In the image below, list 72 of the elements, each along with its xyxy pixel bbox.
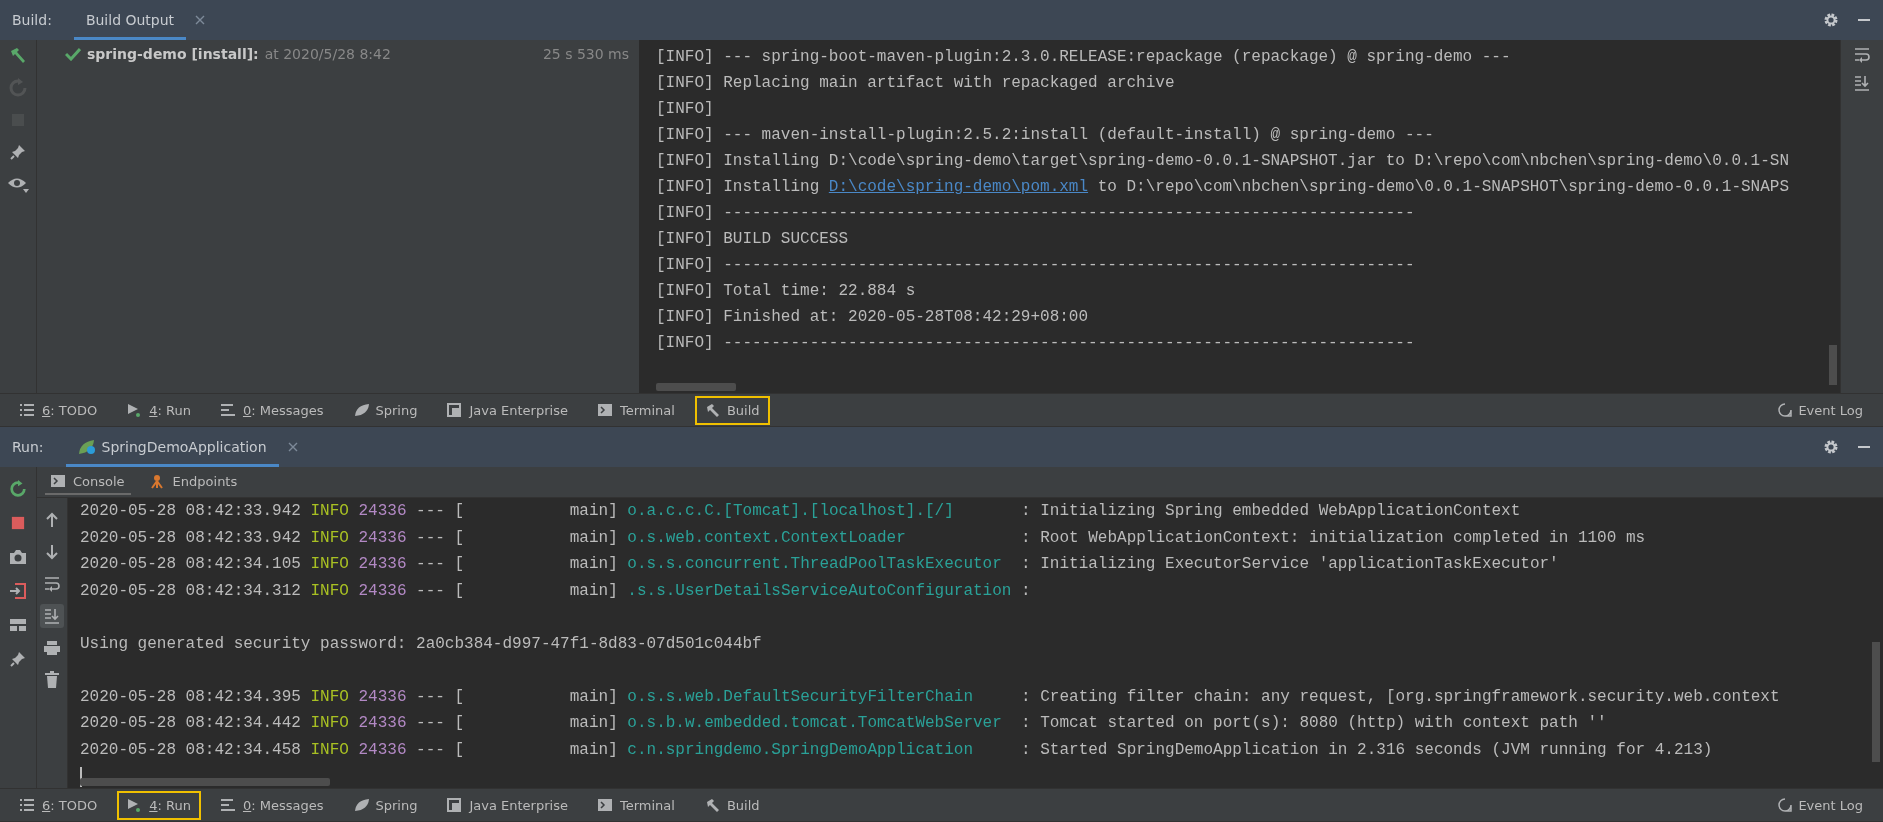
tool-window-title: Build:	[12, 12, 52, 28]
console-tab[interactable]: Console	[45, 469, 131, 495]
vertical-scrollbar[interactable]	[1872, 642, 1880, 762]
nodes-icon	[148, 473, 165, 489]
tool-window-button[interactable]: Java Enterprise	[437, 790, 578, 820]
tool-window-button[interactable]: 0: Messages	[210, 395, 334, 425]
tool-window-title: Run:	[12, 439, 44, 455]
horizontal-scrollbar[interactable]	[80, 778, 330, 786]
window-icon	[447, 798, 464, 812]
log-line: 2020-05-28 08:42:34.458 INFO 24336 --- [ main] c.n.springdemo.SpringDemoApplication : Started SpringDemoApplication in 2.316 seconds (JVM running for 4.213)	[80, 739, 1713, 761]
list-icon	[20, 798, 36, 812]
lines-icon	[220, 403, 237, 417]
output-line: [INFO] Replacing main artifact with repackaged archive	[656, 74, 1175, 92]
leaf-icon	[353, 798, 370, 812]
leaf-icon	[353, 403, 370, 417]
output-line: [INFO]	[656, 100, 714, 118]
output-line: [INFO] --- spring-boot-maven-plugin:2.3.0.RELEASE:repackage (repackage) @ spring-demo ---	[656, 48, 1511, 66]
tool-window-button[interactable]: 6: TODO	[10, 395, 108, 425]
tool-window-button[interactable]: 4: Run	[117, 790, 201, 820]
console-tab[interactable]: Endpoints	[142, 469, 244, 495]
output-line: [INFO] ------------------------------------------------------------------------	[656, 204, 1415, 222]
log-line: 2020-05-28 08:42:34.312 INFO 24336 --- [ main] .s.s.UserDetailsServiceAutoConfiguration :	[80, 580, 1031, 602]
build-start-time: at 2020/5/28 8:42	[264, 46, 391, 62]
log-line: 2020-05-28 08:42:34.395 INFO 24336 --- [ main] o.s.s.web.DefaultSecurityFilterChain : Creating filter chain: any request, [org.springframework.security.web.context	[80, 686, 1780, 708]
hammer-icon	[704, 798, 721, 812]
soft-wrap-icon[interactable]	[1853, 46, 1871, 64]
run-configuration-tab[interactable]: SpringDemoApplication	[65, 427, 279, 467]
vertical-scrollbar[interactable]	[1829, 345, 1837, 385]
event-log-button[interactable]: Event Log	[1768, 395, 1873, 425]
leaf-icon	[77, 439, 96, 455]
tool-window-button[interactable]: Spring	[343, 790, 428, 820]
output-line: [INFO] Total time: 22.884 s	[656, 282, 916, 300]
output-line: [INFO] --- maven-install-plugin:2.5.2:install (default-install) @ spring-demo ---	[656, 126, 1434, 144]
terminal-icon	[597, 798, 614, 812]
output-line: [INFO] ------------------------------------------------------------------------	[656, 256, 1415, 274]
build-duration: 25 s 530 ms	[542, 46, 629, 62]
window-icon	[447, 403, 464, 417]
tool-window-button[interactable]: 4: Run	[117, 395, 201, 425]
tool-window-button[interactable]: Build	[694, 395, 770, 425]
close-icon[interactable]	[286, 441, 299, 453]
tool-window-button[interactable]: Java Enterprise	[437, 395, 578, 425]
build-output-tab[interactable]: Build Output	[73, 0, 187, 40]
terminal-icon	[51, 475, 65, 487]
tool-window-button[interactable]: Terminal	[587, 790, 685, 820]
lines-icon	[220, 798, 237, 812]
output-line: [INFO] Finished at: 2020-05-28T08:42:29+08:00	[656, 308, 1089, 326]
log-line: 2020-05-28 08:42:33.942 INFO 24336 --- [ main] o.a.c.c.C.[Tomcat].[localhost].[/] : Initializing Spring embedded WebApplicationContext	[80, 501, 1521, 522]
terminal-icon	[597, 403, 614, 417]
scroll-end-icon[interactable]	[40, 604, 64, 628]
log-line: 2020-05-28 08:42:34.105 INFO 24336 --- [ main] o.s.s.concurrent.ThreadPoolTaskExecutor : Initializing ExecutorService 'applicationTaskExecutor'	[80, 554, 1559, 575]
output-line: [INFO] ------------------------------------------------------------------------	[656, 334, 1415, 352]
close-icon[interactable]	[194, 14, 207, 26]
scroll-to-end-icon[interactable]	[1853, 74, 1871, 92]
output-line: [INFO] BUILD SUCCESS	[656, 230, 849, 248]
output-line: [INFO] Installing D:\code\spring-demo\target\spring-demo-0.0.1-SNAPSHOT.jar to D:\repo\com\nbchen\spring-demo\0.0.1-SN	[656, 152, 1789, 170]
settings-icon[interactable]	[1823, 12, 1839, 28]
hammer-icon	[704, 403, 721, 417]
horizontal-scrollbar[interactable]	[656, 383, 736, 391]
settings-icon[interactable]	[1823, 439, 1839, 455]
output-line: [INFO] Installing D:\code\spring-demo\pom.xml to D:\repo\com\nbchen\spring-demo\0.0.1-SNAPSHOT\spring-demo-0.0.1-SNAPS	[656, 178, 1789, 196]
event-log-button[interactable]: Event Log	[1768, 790, 1873, 820]
tool-window-button[interactable]: 6: TODO	[10, 790, 108, 820]
log-line: 2020-05-28 08:42:33.942 INFO 24336 --- [ main] o.s.web.context.ContextLoader : Root WebApplicationContext: initialization completed in 1100 ms	[80, 527, 1646, 549]
file-link[interactable]: D:\code\spring-demo\pom.xml	[828, 178, 1089, 196]
tool-window-button[interactable]: 0: Messages	[210, 790, 334, 820]
tool-window-button[interactable]: Spring	[343, 395, 428, 425]
log-line: Using generated security password: 2a0cb384-d997-47f1-8d83-07d501c044bf	[80, 633, 762, 655]
list-icon	[20, 403, 36, 417]
tool-window-button[interactable]: Build	[694, 790, 770, 820]
build-task-name[interactable]: spring-demo [install]:	[87, 46, 259, 62]
log-line: 2020-05-28 08:42:34.442 INFO 24336 --- [ main] o.s.b.w.embedded.tomcat.TomcatWebServer : Tomcat started on port(s): 8080 (http) with context path ''	[80, 713, 1607, 734]
tool-window-button[interactable]: Terminal	[587, 395, 685, 425]
